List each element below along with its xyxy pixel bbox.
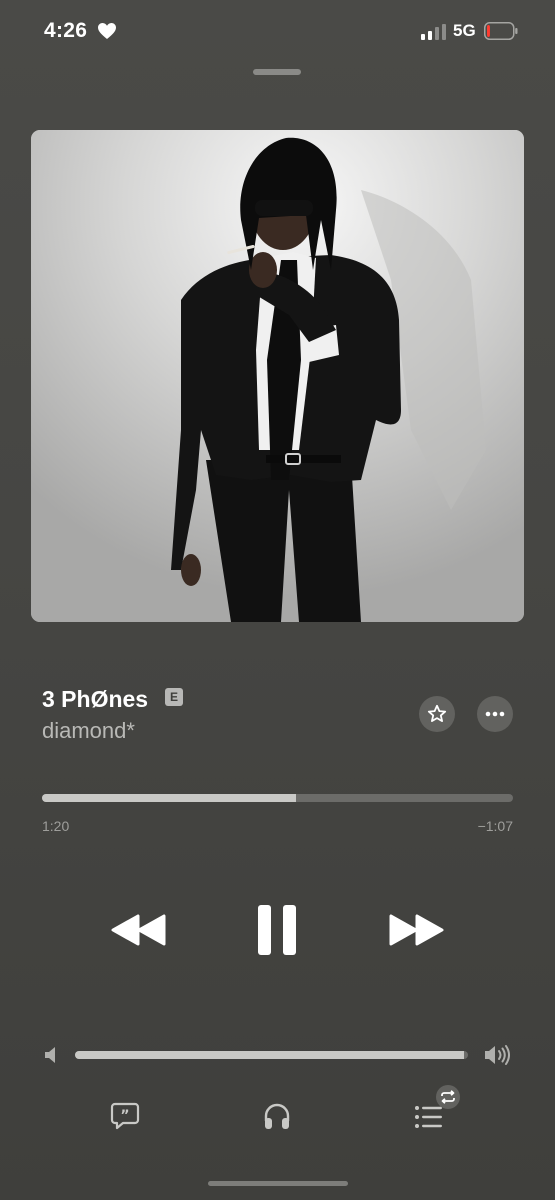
repeat-indicator[interactable] — [436, 1085, 460, 1109]
status-time: 4:26 — [44, 19, 88, 42]
pause-icon[interactable] — [256, 904, 298, 956]
battery-icon — [484, 22, 518, 40]
volume-low-icon — [45, 1047, 55, 1063]
playback-scrubber[interactable] — [42, 794, 513, 802]
home-indicator[interactable] — [208, 1181, 348, 1186]
sheet-grabber[interactable] — [253, 69, 301, 75]
volume-level-fill — [75, 1051, 465, 1059]
favorite-button[interactable] — [419, 696, 455, 732]
svg-text:”: ” — [120, 1108, 129, 1124]
volume-high-icon — [485, 1045, 510, 1065]
heart-icon — [98, 23, 116, 39]
more-options-button[interactable] — [477, 696, 513, 732]
playback-progress-fill — [42, 794, 297, 802]
album-artwork — [31, 130, 524, 622]
ellipsis-icon — [485, 711, 505, 717]
elapsed-time: 1:20 — [42, 818, 70, 834]
list-icon[interactable] — [414, 1103, 444, 1131]
quote-bubble-icon[interactable]: ” — [110, 1101, 140, 1131]
remaining-time: −1:07 — [477, 818, 513, 834]
star-icon — [427, 704, 447, 722]
cellular-signal-icon — [421, 24, 446, 40]
battery-level — [487, 25, 490, 37]
track-title[interactable]: 3 PhØnes — [42, 686, 148, 713]
volume-slider[interactable] — [75, 1051, 468, 1059]
repeat-icon — [441, 1090, 455, 1104]
rewind-icon[interactable] — [111, 912, 167, 948]
network-type: 5G — [453, 21, 476, 40]
artist-name[interactable]: diamond* — [42, 718, 135, 744]
headphones-icon[interactable] — [262, 1101, 292, 1131]
fast-forward-icon[interactable] — [388, 912, 444, 948]
explicit-badge: E — [165, 688, 183, 706]
